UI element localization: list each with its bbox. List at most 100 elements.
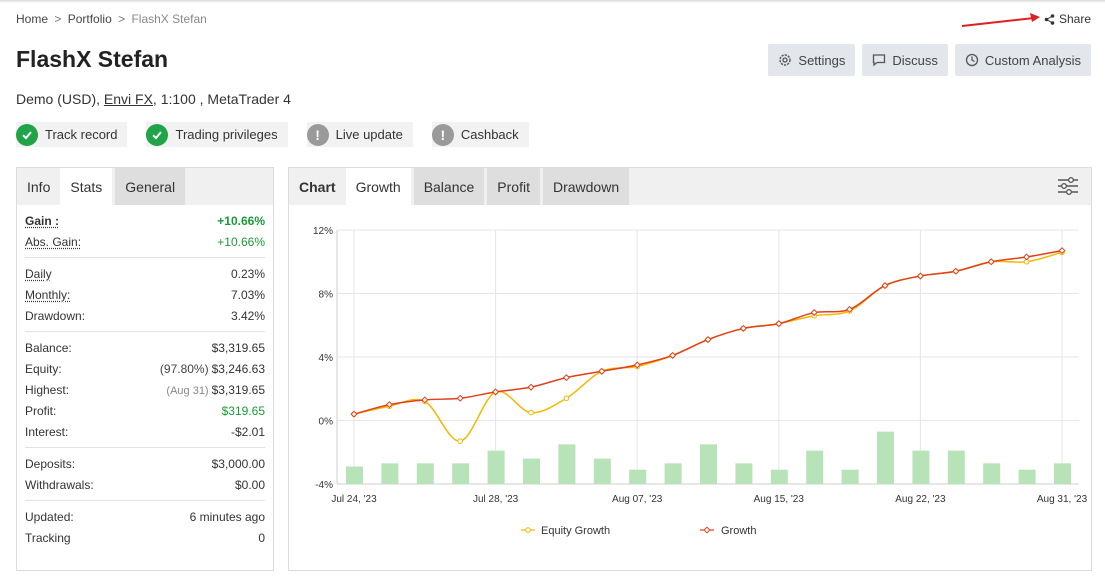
y-tick-label: -4% — [315, 480, 333, 491]
custom-analysis-button[interactable]: Custom Analysis — [954, 44, 1091, 76]
breadcrumb-separator: > — [54, 12, 62, 26]
bar — [593, 458, 611, 484]
stat-row: Tracking 0 — [25, 527, 265, 548]
profit-label: Profit: — [25, 403, 57, 418]
deposits-value: $3,000.00 — [211, 456, 265, 471]
share-button[interactable]: Share — [1044, 12, 1091, 26]
check-circle-icon — [146, 123, 169, 146]
stat-row: Highest: (Aug 31) $3,319.65 — [25, 379, 265, 400]
gain-label[interactable]: Gain : — [25, 214, 59, 228]
bar — [558, 444, 576, 484]
tab-chart[interactable]: Chart — [289, 168, 346, 205]
badge-track-record[interactable]: Track record — [16, 122, 128, 147]
legend-equity-label: Equity Growth — [541, 525, 610, 537]
growth-point — [987, 258, 995, 266]
badge-trading-privileges[interactable]: Trading privileges — [146, 122, 288, 147]
growth-point — [952, 267, 960, 275]
tab-growth[interactable]: Growth — [345, 168, 411, 205]
breadcrumb-current: FlashX Stefan — [131, 12, 207, 26]
tab-profit[interactable]: Profit — [487, 168, 540, 205]
tracking-value: 0 — [258, 530, 265, 545]
share-icon — [1044, 13, 1055, 25]
bar — [735, 463, 753, 484]
abs-gain-value: +10.66% — [217, 234, 265, 249]
deposits-label: Deposits: — [25, 456, 76, 471]
badge-label: Track record — [45, 127, 118, 142]
gear-icon — [779, 54, 792, 66]
daily-label[interactable]: Daily — [25, 267, 52, 281]
badge-label: Cashback — [460, 127, 519, 142]
tab-drawdown[interactable]: Drawdown — [542, 168, 630, 205]
badge-cashback[interactable]: ! Cashback — [431, 122, 529, 147]
bar — [1054, 463, 1071, 484]
bar — [452, 463, 470, 484]
highest-value: $3,319.65 — [211, 382, 265, 397]
bar — [700, 444, 717, 484]
drawdown-label: Drawdown: — [25, 308, 86, 323]
growth-point — [527, 383, 535, 391]
bar — [346, 466, 363, 484]
equity-point — [563, 395, 570, 402]
abs-gain-label[interactable]: Abs. Gain: — [25, 235, 81, 249]
chart-panel: Chart Growth Balance Profit Drawdown 12%… — [288, 167, 1092, 571]
settings-label: Settings — [798, 52, 846, 68]
equity-percent: (97.80%) — [159, 361, 209, 376]
highest-date: (Aug 31) — [166, 384, 209, 397]
stat-row: Withdrawals: $0.00 — [25, 474, 265, 495]
growth-point — [916, 272, 924, 280]
stat-row: Updated: 6 minutes ago — [25, 506, 265, 527]
gain-value: +10.66% — [217, 213, 265, 228]
bar — [806, 450, 824, 484]
bar — [664, 463, 682, 484]
account-subtitle: Demo (USD), Envi FX, 1:100 , MetaTrader … — [16, 91, 291, 107]
account-currency: Demo (USD), — [16, 91, 101, 107]
discuss-button[interactable]: Discuss — [862, 44, 948, 76]
equity-point — [528, 409, 534, 416]
tab-stats[interactable]: Stats — [60, 168, 113, 205]
legend-equity-marker — [525, 527, 531, 533]
filter-settings-icon[interactable] — [1057, 176, 1079, 196]
bar — [487, 450, 505, 484]
stat-row: Equity: (97.80%) $3,246.63 — [25, 358, 265, 379]
broker-link[interactable]: Envi FX — [104, 91, 153, 107]
tab-general[interactable]: General — [115, 168, 186, 205]
exclamation-circle-icon: ! — [431, 123, 454, 146]
gain-group: Gain : +10.66% Abs. Gain: +10.66% — [25, 205, 265, 258]
tab-info[interactable]: Info — [17, 168, 60, 205]
bar — [1018, 469, 1036, 484]
growth-point — [562, 374, 570, 382]
badge-live-update[interactable]: ! Live update — [306, 122, 413, 147]
bar — [947, 450, 965, 484]
x-tick-label: Jul 28, '23 — [473, 494, 519, 505]
settings-button[interactable]: Settings — [768, 44, 856, 76]
drawdown-value: 3.42% — [230, 308, 265, 323]
check-circle-icon — [16, 123, 38, 146]
bar — [381, 463, 399, 484]
y-tick-label: 0% — [319, 417, 334, 428]
x-tick-label: Aug 31, '23 — [1037, 494, 1088, 505]
highest-label: Highest: — [25, 382, 70, 397]
stats-tabs: Info Stats General — [17, 168, 273, 205]
breadcrumb-separator: > — [118, 12, 126, 26]
bar — [770, 469, 788, 484]
custom-analysis-label: Custom Analysis — [984, 52, 1081, 68]
monthly-label[interactable]: Monthly: — [25, 288, 70, 302]
growth-point — [775, 320, 783, 328]
updated-value: 6 minutes ago — [189, 509, 265, 524]
equity-label: Equity: — [25, 361, 62, 376]
equity-value: $3,246.63 — [211, 361, 265, 376]
rate-group: Daily 0.23% Monthly: 7.03% Drawdown: 3.42% — [25, 258, 265, 332]
bar — [523, 458, 540, 484]
stat-row: Daily 0.23% — [25, 263, 265, 284]
balance-value: $3,319.65 — [211, 340, 265, 355]
tab-balance[interactable]: Balance — [413, 168, 485, 205]
growth-point — [598, 367, 606, 375]
legend-growth-marker — [703, 526, 711, 534]
equity-growth-line — [353, 251, 1063, 442]
breadcrumb-home[interactable]: Home — [16, 12, 48, 26]
badge-label: Trading privileges — [175, 127, 278, 142]
withdrawals-label: Withdrawals: — [25, 477, 94, 492]
bar — [416, 463, 434, 484]
balance-group: Balance: $3,319.65 Equity: (97.80%) $3,246.… — [25, 332, 265, 448]
breadcrumb-portfolio[interactable]: Portfolio — [68, 12, 112, 26]
